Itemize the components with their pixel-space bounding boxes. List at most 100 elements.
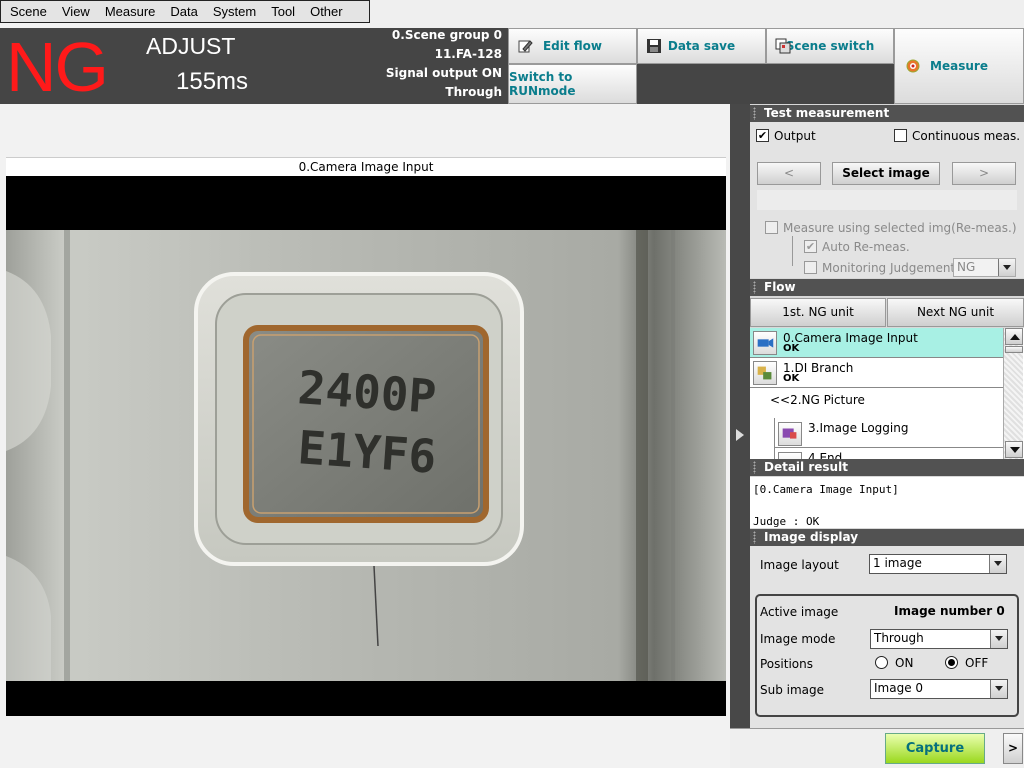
output-label: Output: [774, 129, 816, 143]
image-mode-value: Through: [874, 631, 924, 645]
flow-item-label: 4.End: [808, 451, 843, 459]
image-layout-label: Image layout: [760, 558, 839, 572]
next-page-button[interactable]: >: [1003, 733, 1023, 764]
end-icon: [778, 452, 802, 459]
auto-remeas-checkbox[interactable]: ✔: [804, 240, 817, 253]
flow-header[interactable]: Flow: [750, 279, 1024, 296]
status-header: NG ADJUST 155ms 0.Scene group 0 11.FA-12…: [0, 28, 508, 104]
image-display-header[interactable]: Image display: [750, 529, 1024, 546]
camera-icon: [753, 331, 777, 355]
reuse-image-checkbox[interactable]: [765, 221, 778, 234]
scroll-thumb[interactable]: [1005, 346, 1023, 353]
image-display-title: Image display: [764, 530, 859, 544]
flow-item-image-logging[interactable]: 3.Image Logging: [774, 418, 1003, 448]
positions-off-label: OFF: [965, 656, 989, 670]
image-mode-label: Image mode: [760, 632, 836, 646]
image-layout-select[interactable]: 1 image: [869, 554, 1007, 574]
auto-remeas-label: Auto Re-meas.: [822, 240, 910, 254]
measure-button[interactable]: Measure: [894, 28, 1024, 104]
positions-on-label: ON: [895, 656, 914, 670]
flow-list: 0.Camera Image Input OK 1.DI Branch OK <…: [750, 328, 1024, 459]
chip-marking-line1: 2400P: [296, 360, 438, 424]
measure-icon: [906, 59, 920, 73]
edit-flow-label: Edit flow: [542, 39, 603, 53]
monitoring-value: NG: [957, 260, 976, 274]
detail-result-header[interactable]: Detail result: [750, 459, 1024, 476]
flow-item-label: <<2.NG Picture: [770, 393, 865, 407]
data-save-label: Data save: [667, 39, 736, 53]
continuous-checkbox[interactable]: [894, 129, 907, 142]
image-layout-value: 1 image: [873, 556, 922, 570]
next-ng-unit-button[interactable]: Next NG unit: [887, 298, 1024, 327]
next-image-button[interactable]: >: [952, 162, 1016, 185]
prev-image-button[interactable]: <: [757, 162, 821, 185]
right-panel: Test measurement ✔ Output Continuous mea…: [750, 104, 1024, 728]
image-selection-bar: [757, 190, 1017, 210]
monitoring-checkbox[interactable]: [804, 261, 817, 274]
menu-measure[interactable]: Measure: [96, 4, 162, 19]
sub-image-value: Image 0: [874, 681, 924, 695]
scene-switch-label: Scene switch: [785, 39, 875, 53]
check-icon: ✔: [805, 240, 816, 253]
signal-output-label: Signal output ON: [385, 66, 502, 80]
reuse-image-label: Measure using selected img(Re-meas.): [783, 221, 1017, 235]
image-mode-select[interactable]: Through: [870, 629, 1008, 649]
flow-title: Flow: [764, 280, 796, 294]
image-pane-title: 0.Camera Image Input: [6, 157, 726, 176]
positions-on-radio[interactable]: [875, 656, 888, 669]
panel-splitter[interactable]: [730, 104, 750, 728]
sub-image-label: Sub image: [760, 683, 825, 697]
edit-icon: [518, 40, 533, 53]
positions-off-radio[interactable]: [945, 656, 958, 669]
image-logging-icon: [778, 422, 802, 446]
camera-image-render: 2400P E1YF6: [6, 176, 726, 716]
active-image-label: Active image: [760, 605, 839, 619]
flow-scrollbar[interactable]: [1003, 328, 1023, 459]
edit-flow-button[interactable]: Edit flow: [508, 28, 637, 64]
menu-tool[interactable]: Tool: [262, 4, 301, 19]
flow-item-status: OK: [783, 373, 800, 384]
camera-image[interactable]: 2400P E1YF6: [6, 176, 726, 716]
processing-time: 155ms: [176, 68, 249, 95]
menu-scene[interactable]: Scene: [1, 4, 53, 19]
judgement-indicator: NG: [6, 28, 109, 106]
flow-item-camera-input[interactable]: 0.Camera Image Input OK: [750, 328, 1003, 358]
save-icon: [647, 39, 661, 53]
select-image-button[interactable]: Select image: [832, 162, 940, 185]
check-icon: ✔: [757, 129, 768, 142]
first-ng-unit-button[interactable]: 1st. NG unit: [750, 298, 886, 327]
active-image-value: Image number 0: [894, 604, 1005, 618]
test-measurement-title: Test measurement: [764, 106, 890, 120]
tree-line: [792, 236, 793, 266]
scene-group-label: 0.Scene group 0: [391, 28, 502, 42]
positions-label: Positions: [760, 657, 813, 671]
scene-switch-button[interactable]: Scene switch: [766, 28, 894, 64]
menu-system[interactable]: System: [204, 4, 262, 19]
detail-result-text: [0.Camera Image Input] Judge : OK: [750, 477, 1024, 528]
switch-run-mode-button[interactable]: Switch to RUNmode: [508, 64, 637, 104]
chevron-down-icon: [998, 259, 1015, 276]
flow-item-ng-picture[interactable]: <<2.NG Picture: [750, 388, 1003, 418]
scroll-up-arrow-icon[interactable]: [1005, 328, 1023, 345]
flow-item-di-branch[interactable]: 1.DI Branch OK: [750, 358, 1003, 388]
output-checkbox[interactable]: ✔: [756, 129, 769, 142]
measure-label: Measure: [930, 59, 988, 73]
capture-button[interactable]: Capture: [885, 733, 985, 764]
data-save-button[interactable]: Data save: [637, 28, 766, 64]
expand-arrow-icon: [736, 429, 744, 441]
monitoring-select[interactable]: NG: [953, 258, 1016, 277]
flow-item-end[interactable]: 4.End: [774, 448, 1003, 459]
flow-item-label: 3.Image Logging: [808, 421, 909, 435]
menu-other[interactable]: Other: [301, 4, 349, 19]
top-strip: [370, 0, 1024, 28]
chevron-down-icon: [990, 630, 1007, 648]
detail-result-title: Detail result: [764, 460, 848, 474]
header-filler: [637, 64, 894, 104]
detail-line-title: [0.Camera Image Input]: [753, 483, 899, 496]
test-measurement-header[interactable]: Test measurement: [750, 105, 1024, 122]
menu-data[interactable]: Data: [161, 4, 203, 19]
menu-view[interactable]: View: [53, 4, 96, 19]
sub-image-select[interactable]: Image 0: [870, 679, 1008, 699]
scroll-down-arrow-icon[interactable]: [1005, 441, 1023, 458]
monitoring-label: Monitoring Judgement: [822, 261, 956, 275]
